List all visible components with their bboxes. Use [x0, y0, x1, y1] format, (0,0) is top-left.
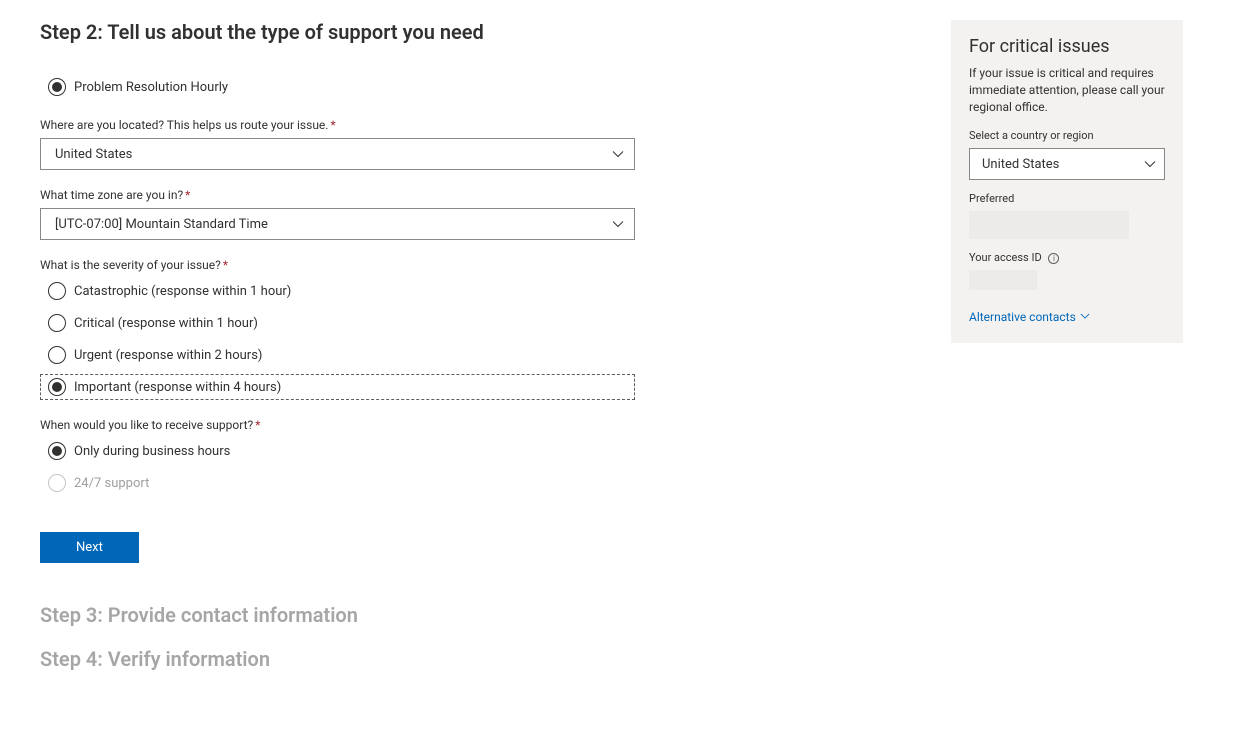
severity-option-label: Catastrophic (response within 1 hour): [74, 284, 291, 299]
required-mark: *: [255, 418, 260, 432]
region-label: Select a country or region: [969, 129, 1165, 142]
timezone-select-value: [UTC-07:00] Mountain Standard Time: [55, 217, 268, 232]
severity-label: What is the severity of your issue?*: [40, 258, 635, 272]
sidebar-text: If your issue is critical and requires i…: [969, 65, 1165, 115]
severity-radio-catastrophic[interactable]: Catastrophic (response within 1 hour): [40, 278, 635, 304]
critical-issues-card: For critical issues If your issue is cri…: [951, 20, 1183, 343]
radio-icon: [48, 314, 66, 332]
required-mark: *: [223, 258, 228, 272]
plan-radio-problem-resolution[interactable]: Problem Resolution Hourly: [40, 74, 635, 100]
chevron-down-icon: [1144, 158, 1156, 170]
severity-option-label: Important (response within 4 hours): [74, 380, 281, 395]
radio-icon: [48, 442, 66, 460]
location-label: Where are you located? This helps us rou…: [40, 118, 635, 132]
required-mark: *: [330, 118, 335, 132]
location-select-value: United States: [55, 147, 132, 162]
location-select[interactable]: United States: [40, 138, 635, 170]
preferred-label: Preferred: [969, 192, 1165, 205]
region-select[interactable]: United States: [969, 148, 1165, 180]
support-time-radio-always[interactable]: 24/7 support: [40, 470, 635, 496]
timezone-select[interactable]: [UTC-07:00] Mountain Standard Time: [40, 208, 635, 240]
access-id-value-placeholder: [969, 270, 1037, 290]
radio-icon: [48, 474, 66, 492]
severity-radio-urgent[interactable]: Urgent (response within 2 hours): [40, 342, 635, 368]
access-id-label: Your access ID i: [969, 251, 1165, 264]
step2-title: Step 2: Tell us about the type of suppor…: [40, 20, 635, 44]
step3-title: Step 3: Provide contact information: [40, 603, 635, 627]
radio-icon: [48, 346, 66, 364]
plan-radio-label: Problem Resolution Hourly: [74, 80, 228, 95]
chevron-down-icon: [612, 148, 624, 160]
step4-title: Step 4: Verify information: [40, 647, 635, 671]
support-time-option-label: 24/7 support: [74, 476, 149, 491]
alternative-contacts-link[interactable]: Alternative contacts: [969, 310, 1090, 324]
radio-icon: [48, 78, 66, 96]
required-mark: *: [185, 188, 190, 202]
info-icon[interactable]: i: [1048, 253, 1059, 264]
severity-option-label: Urgent (response within 2 hours): [74, 348, 262, 363]
chevron-down-icon: [1080, 310, 1090, 324]
severity-radio-important[interactable]: Important (response within 4 hours): [40, 374, 635, 400]
support-time-label: When would you like to receive support?*: [40, 418, 635, 432]
next-button[interactable]: Next: [40, 532, 139, 563]
radio-icon: [48, 282, 66, 300]
support-time-option-label: Only during business hours: [74, 444, 230, 459]
radio-icon: [48, 378, 66, 396]
timezone-label: What time zone are you in?*: [40, 188, 635, 202]
region-select-value: United States: [982, 157, 1059, 172]
severity-radio-critical[interactable]: Critical (response within 1 hour): [40, 310, 635, 336]
preferred-value-placeholder: [969, 211, 1129, 239]
severity-option-label: Critical (response within 1 hour): [74, 316, 258, 331]
chevron-down-icon: [612, 218, 624, 230]
support-time-radio-business[interactable]: Only during business hours: [40, 438, 635, 464]
sidebar-title: For critical issues: [969, 36, 1165, 57]
